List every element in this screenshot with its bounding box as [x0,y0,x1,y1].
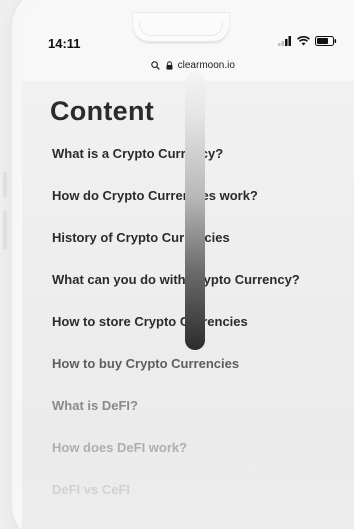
phone-screen: 14:11 clearmoon.io Content What is a Cry… [22,0,354,529]
status-icons [278,36,337,46]
status-time: 14:11 [48,36,81,51]
address-bar[interactable]: clearmoon.io [22,60,354,71]
url-text: clearmoon.io [177,60,235,71]
device-notch [133,13,229,43]
toc-item[interactable]: How does DeFI work? [52,440,187,455]
browser-chrome: 14:11 clearmoon.io [22,0,354,81]
stage: 14:11 clearmoon.io Content What is a Cry… [0,0,354,529]
toc-item[interactable]: What can you do with Crypto Currency? [52,272,300,287]
page-title: Content [50,96,155,126]
device-side-button [3,210,7,250]
signal-icon [278,36,291,46]
toc-item[interactable]: How do Crypto Currencies work? [52,188,258,203]
toc-item[interactable]: What is DeFI? [52,398,138,413]
wifi-icon [297,36,310,46]
phone-frame: 14:11 clearmoon.io Content What is a Cry… [12,0,354,529]
toc-item[interactable]: How to store Crypto Currencies [52,314,248,329]
toc-item[interactable]: How to buy Crypto Currencies [52,356,239,371]
device-side-button [3,172,7,198]
scroll-thumb[interactable] [185,72,205,350]
battery-icon [315,36,337,46]
toc-item[interactable]: DeFI vs CeFI [52,482,130,497]
lock-icon [166,61,173,70]
search-icon [151,61,160,70]
